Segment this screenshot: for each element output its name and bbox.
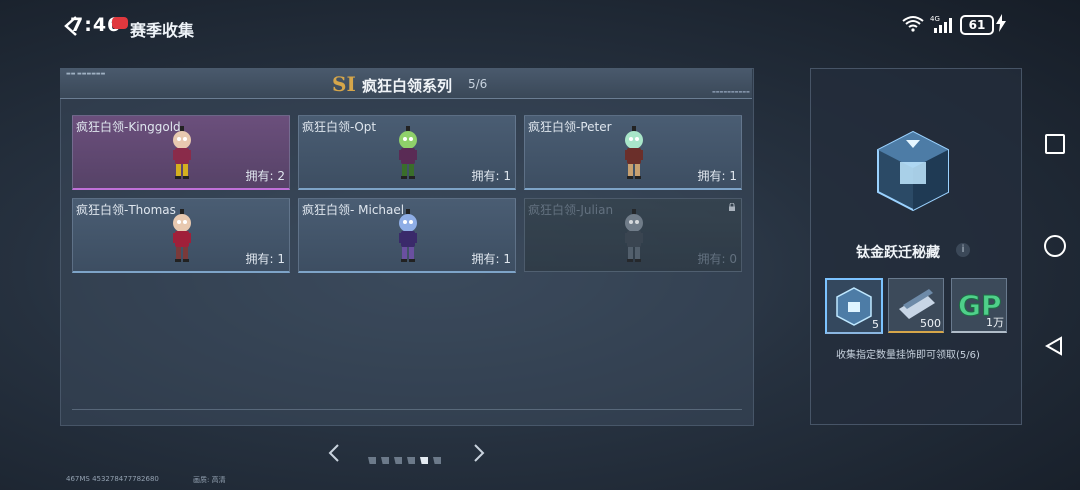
info-icon[interactable]: i [956, 243, 970, 257]
card-name: 疯狂白领- Michael [302, 203, 405, 217]
reward-item-ticket[interactable]: 500 [888, 278, 944, 333]
reward-item-value: 500 [920, 317, 941, 330]
network-type-label: 4G [930, 15, 940, 23]
page-title: 赛季收集 [130, 21, 195, 40]
header-decoration-right: ▬▬▬▬▬▬▬▬▬▬ [712, 89, 750, 94]
reward-title: 钛金跃迁秘藏 [856, 245, 940, 261]
card-owned-count: 拥有: 1 [245, 252, 286, 266]
page-dot[interactable] [420, 457, 428, 464]
charm-figure-icon [173, 209, 191, 262]
series-name: 疯狂白领系列 [362, 77, 453, 95]
card-owned-count: 拥有: 0 [697, 252, 738, 266]
card-name: 疯狂白领-Thomas [76, 203, 176, 217]
card-name: 疯狂白领-Kinggold [76, 120, 181, 134]
home-button[interactable] [1044, 235, 1066, 257]
reward-item-value: 1万 [986, 316, 1004, 329]
collection-card[interactable]: 疯狂白领-Thomas 拥有: 1 [72, 198, 290, 273]
charm-figure-icon [399, 126, 417, 179]
page-dot[interactable] [368, 457, 376, 464]
header-decoration-left: ▬▬ ▬▬▬▬▬▬ [66, 71, 106, 77]
charm-figure-icon [173, 126, 191, 179]
card-name: 疯狂白领-Opt [302, 120, 377, 134]
notification-badge [112, 17, 128, 29]
reward-item-crate[interactable]: 5 [825, 278, 883, 334]
device-id-text: 467MS 453278477782680 [66, 475, 159, 483]
reward-description: 收集指定数量挂饰即可领取(5/6) [836, 350, 980, 361]
charm-figure-icon [399, 209, 417, 262]
charging-icon [996, 14, 1006, 32]
page-dot[interactable] [407, 457, 415, 464]
recent-apps-button[interactable] [1045, 134, 1065, 154]
wifi-icon [902, 16, 924, 32]
reward-item-value: 5 [872, 318, 879, 331]
series-count: 5/6 [468, 77, 488, 91]
card-owned-count: 拥有: 1 [471, 252, 512, 266]
prev-page-icon[interactable] [327, 443, 341, 463]
collection-card[interactable]: 疯狂白领-Opt 拥有: 1 [298, 115, 516, 190]
card-owned-count: 拥有: 1 [697, 169, 738, 183]
reward-crate-icon[interactable] [870, 128, 956, 214]
collection-card[interactable]: 疯狂白领-Peter 拥有: 1 [524, 115, 742, 190]
lock-icon [729, 203, 735, 211]
page-dot[interactable] [381, 457, 389, 464]
charm-figure-icon [625, 209, 643, 262]
reward-item-gp[interactable]: GP 1万 [951, 278, 1007, 333]
page-dot[interactable] [394, 457, 402, 464]
quality-text: 画质: 高清 [193, 476, 226, 484]
page-indicator [368, 449, 446, 464]
next-page-icon[interactable] [472, 443, 486, 463]
back-button[interactable] [1045, 336, 1063, 356]
collection-card[interactable]: 疯狂白领-Kinggold 拥有: 2 [72, 115, 290, 190]
card-name: 疯狂白领-Julian [528, 203, 614, 217]
collection-card[interactable]: 疯狂白领- Michael 拥有: 1 [298, 198, 516, 273]
signal-icon: 4G [930, 15, 952, 33]
page-dot[interactable] [433, 457, 441, 464]
charm-figure-icon [625, 126, 643, 179]
card-owned-count: 拥有: 1 [471, 169, 512, 183]
series-logo: SI [332, 72, 356, 96]
panel-divider [72, 409, 742, 410]
battery-indicator: 61 [960, 15, 994, 35]
card-name: 疯狂白领-Peter [528, 120, 612, 134]
card-owned-count: 拥有: 2 [245, 169, 286, 183]
collection-card[interactable]: 疯狂白领-Julian 拥有: 0 [524, 198, 742, 272]
